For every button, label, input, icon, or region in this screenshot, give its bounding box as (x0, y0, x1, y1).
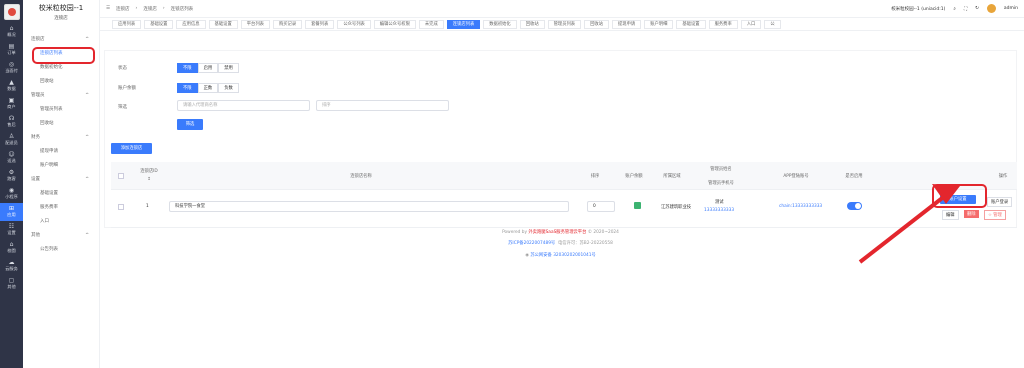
arrow-shaft (858, 190, 952, 264)
annotation-arrow (858, 184, 960, 264)
